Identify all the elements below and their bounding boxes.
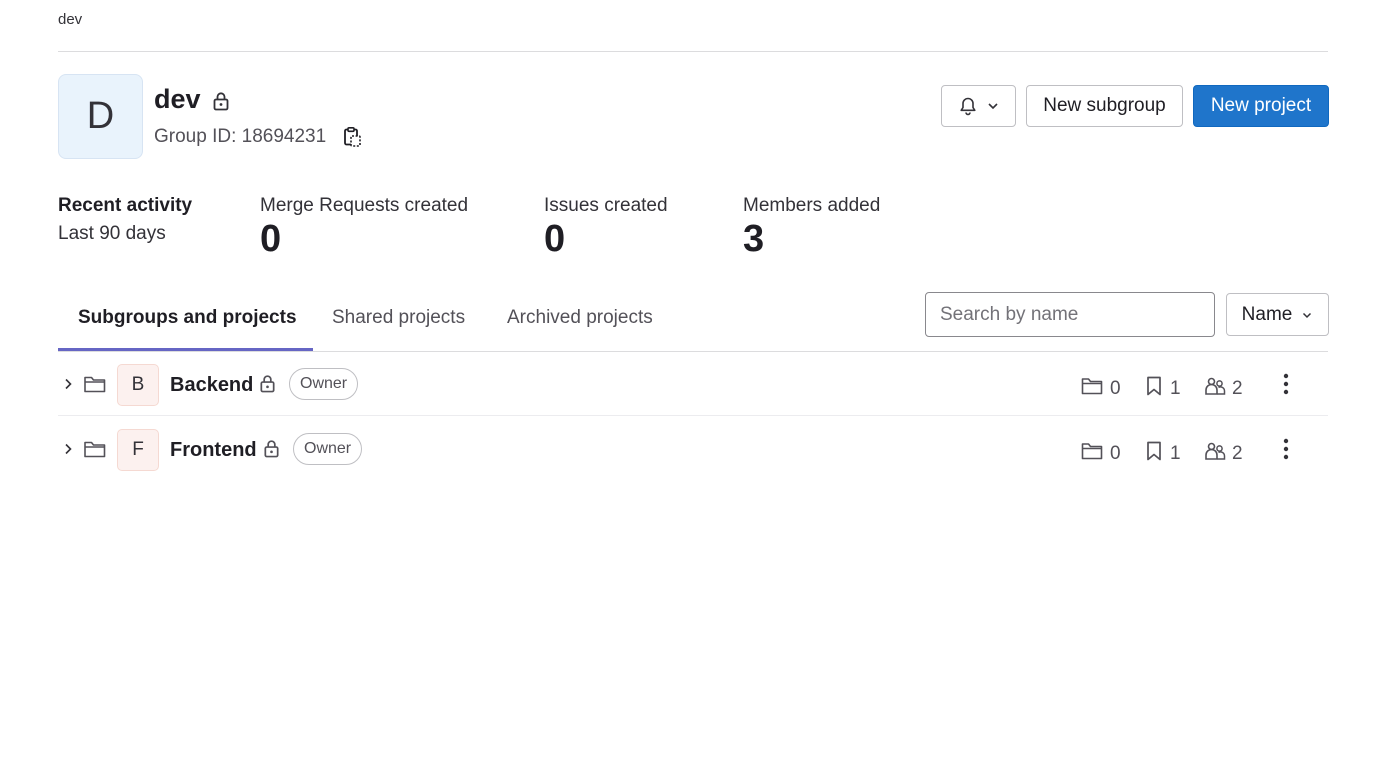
lock-icon [260, 375, 275, 393]
tab-shared-projects[interactable]: Shared projects [332, 307, 465, 329]
sort-dropdown[interactable]: Name [1226, 293, 1329, 336]
users-icon [1205, 377, 1226, 395]
users-icon [1205, 442, 1226, 460]
more-actions-icon[interactable] [1280, 437, 1292, 461]
sort-label: Name [1241, 303, 1293, 325]
tab-archived-projects[interactable]: Archived projects [507, 307, 653, 329]
lock-icon [213, 92, 229, 111]
search-input[interactable] [925, 292, 1215, 337]
lock-icon [264, 440, 279, 458]
role-badge: Owner [293, 433, 363, 465]
new-project-button[interactable]: New project [1193, 85, 1329, 127]
stat-value-merge-requests: 0 [260, 218, 282, 260]
bell-icon [959, 97, 976, 116]
tab-subgroups-and-projects[interactable]: Subgroups and projects [78, 307, 297, 329]
chevron-right-icon[interactable] [60, 441, 76, 457]
stat-value-members: 3 [743, 218, 765, 260]
folder-icon [84, 441, 106, 458]
chevron-down-icon [987, 103, 998, 110]
stat-value-issues: 0 [544, 218, 566, 260]
projects-count: 1 [1170, 443, 1181, 464]
members-count: 2 [1232, 378, 1243, 399]
group-id: Group ID: 18694231 [154, 126, 327, 147]
row-divider [58, 415, 1328, 416]
activity-period: Last 90 days [58, 223, 166, 244]
stat-label-merge-requests: Merge Requests created [260, 195, 469, 216]
chevron-right-icon[interactable] [60, 376, 76, 392]
stat-label-members: Members added [743, 195, 881, 216]
folder-icon [1081, 443, 1103, 460]
notifications-dropdown-button[interactable] [941, 85, 1016, 127]
list-item: F Frontend Owner 0 1 2 [58, 417, 1328, 481]
recent-activity-title: Recent activity [58, 195, 193, 216]
members-count: 2 [1232, 443, 1243, 464]
subgroup-avatar: F [117, 429, 159, 471]
copy-clipboard-icon[interactable] [341, 126, 363, 148]
chevron-down-icon [1303, 312, 1312, 318]
bookmark-icon [1147, 441, 1161, 461]
subgroup-name[interactable]: Backend [170, 374, 253, 397]
breadcrumb[interactable]: dev [58, 11, 82, 28]
group-avatar: D [58, 74, 143, 159]
subgroups-count: 0 [1110, 378, 1121, 399]
subgroups-count: 0 [1110, 443, 1121, 464]
header-divider [58, 51, 1328, 52]
more-actions-icon[interactable] [1280, 372, 1292, 396]
folder-icon [84, 376, 106, 393]
folder-icon [1081, 378, 1103, 395]
page-title: dev [154, 84, 201, 114]
projects-count: 1 [1170, 378, 1181, 399]
subgroup-name[interactable]: Frontend [170, 439, 257, 462]
new-subgroup-button[interactable]: New subgroup [1026, 85, 1183, 127]
role-badge: Owner [289, 368, 359, 400]
list-item: B Backend Owner 0 1 2 [58, 352, 1328, 416]
subgroup-avatar: B [117, 364, 159, 406]
stat-label-issues: Issues created [544, 195, 668, 216]
bookmark-icon [1147, 376, 1161, 396]
